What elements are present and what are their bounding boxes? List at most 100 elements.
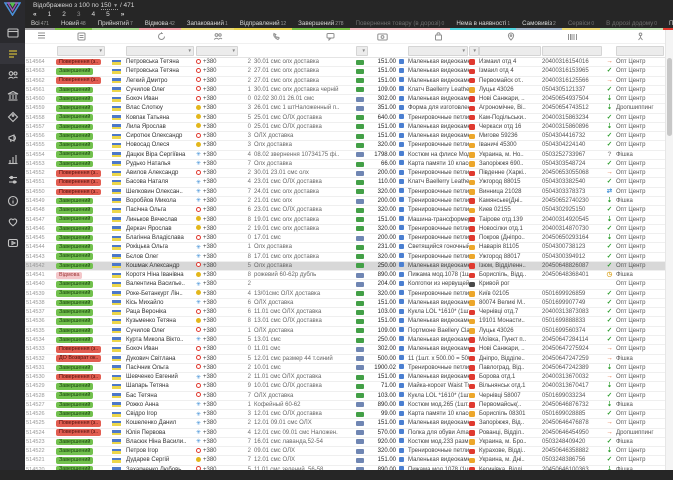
ttn-number[interactable]: 0501699028885 — [542, 410, 603, 418]
ttn-number[interactable]: 20400314870730 — [542, 225, 603, 233]
phone-number[interactable]: +380 — [203, 87, 217, 93]
phone-number[interactable]: +380 — [203, 356, 217, 362]
status-badge[interactable]: Завершений — [56, 132, 94, 140]
page-button-5[interactable]: 5 — [106, 11, 110, 18]
ttn-number[interactable]: 0504302925150 — [542, 206, 603, 214]
table-row[interactable]: 514547 Завершений Линьков Вячеслав +380 8 19.… — [25, 215, 673, 225]
ttn-number[interactable]: 20450653055068 — [542, 169, 603, 177]
tab-3[interactable]: Прийнятий7 — [91, 19, 139, 30]
status-badge[interactable]: Завершений — [56, 447, 94, 455]
tab-1[interactable]: Всі471 — [25, 19, 55, 30]
phone-number[interactable]: +380 — [203, 226, 217, 232]
ttn-number[interactable]: 0504300738123 — [542, 243, 603, 251]
table-row[interactable]: 514541 Відмова Коротя Ніна Іванівна +380 8 ро… — [25, 271, 673, 281]
status-badge[interactable]: Завершений — [56, 438, 94, 446]
phone-number[interactable]: +380 — [203, 420, 217, 426]
table-row[interactable]: 514524 Повернення (з.. Юлія Первова ✳ +380 4 1… — [25, 428, 673, 438]
status-badge[interactable]: Завершений — [56, 151, 94, 159]
table-row[interactable]: 514540 Завершений Валентина Василье.. ✳ +380… — [25, 280, 673, 290]
phone-number[interactable]: +380 — [203, 337, 217, 343]
table-row[interactable]: 514554 Завершений Дацюк Віра Сергіївна ✳ +38… — [25, 150, 673, 160]
tab-10[interactable]: Самовивіз2 — [516, 19, 562, 30]
ttn-number[interactable]: 20450646358882 — [542, 447, 603, 455]
table-row[interactable]: 514525 Повернення (з.. Кошеленко Данил ✳ +38… — [25, 419, 673, 429]
sidebar-item-info[interactable] — [0, 190, 25, 211]
table-row[interactable]: 514527 Завершений Рожко Анна ✳ +380 1 Кофейный… — [25, 400, 673, 411]
ttn-number[interactable]: 20400313670032 — [542, 373, 603, 381]
col-status-header[interactable] — [56, 30, 106, 46]
tab-11[interactable]: Сервіси0 — [561, 19, 601, 30]
channel-filter[interactable] — [616, 45, 664, 56]
ttn-number[interactable]: 0501699033234 — [542, 392, 603, 400]
ttn-number[interactable]: 20400314920545 — [542, 216, 603, 224]
status-badge[interactable]: Завершений — [56, 225, 94, 233]
page-button-2[interactable]: 2 — [62, 11, 66, 18]
status-badge[interactable]: Завершений — [56, 457, 94, 464]
status-badge[interactable]: Повернення (з.. — [56, 169, 102, 177]
phone-number[interactable]: +380 — [203, 133, 217, 139]
status-badge[interactable]: Завершений — [56, 410, 94, 418]
ttn-number[interactable]: 20400313670417 — [542, 382, 603, 390]
phone-number[interactable]: +380 — [203, 59, 217, 65]
status-badge[interactable]: Завершений — [56, 299, 94, 307]
phone-number[interactable]: +380 — [203, 161, 217, 167]
table-row[interactable]: 514560 Завершений Бокоч Иван +380 0 02.02 30.… — [25, 95, 673, 105]
tab-7[interactable]: Завершений278 — [292, 19, 350, 30]
phone-number[interactable]: +380 — [203, 309, 217, 315]
phone-number[interactable]: +380 — [203, 235, 217, 241]
phone-number[interactable]: +380 — [203, 439, 217, 445]
sidebar-item-bank[interactable] — [0, 85, 25, 106]
phone-number[interactable]: +380 — [203, 318, 217, 324]
ttn-number[interactable]: 20450654743512 — [542, 104, 603, 112]
ttn-number[interactable]: 20400313873083 — [542, 308, 603, 316]
payment-filter[interactable]: ▼ — [356, 45, 368, 56]
table-row[interactable]: 514532 ДО Возврат ок.. Дукович Світлана +38… — [25, 354, 673, 364]
table-row[interactable]: 514526 Завершений Свідро Ігор ✳ +380 3 12.01 с… — [25, 410, 673, 420]
table-row[interactable]: 514544 Завершений Рокіцька Ольга ✳ +380 1 Олх … — [25, 243, 673, 253]
sidebar-item-orders[interactable] — [0, 43, 25, 64]
status-badge[interactable]: Завершений — [56, 290, 94, 298]
table-row[interactable]: 514543 Завершений Бєлов Олег ✳ +380 8 17.01 см… — [25, 252, 673, 262]
sidebar-item-health[interactable] — [0, 211, 25, 232]
product-filter[interactable]: ▼ — [408, 45, 468, 56]
status-badge[interactable]: Завершений — [56, 86, 94, 94]
ttn-number[interactable]: 20450654937504 — [542, 95, 603, 103]
status-badge[interactable]: Повернення (з.. — [56, 58, 102, 66]
table-row[interactable]: 514548 Завершений Пасічна Ольга +380 6 23.01 … — [25, 206, 673, 216]
table-row[interactable]: 514539 Завершений Роке-Бетанкурт Лін.. +380… — [25, 289, 673, 299]
ttn-number[interactable]: 0504305121337 — [542, 86, 603, 94]
phone-number[interactable]: +380 — [203, 374, 217, 380]
ttn-number[interactable]: 0504303382540 — [542, 178, 603, 186]
phone-number[interactable]: +380 — [203, 430, 217, 436]
ttn-number[interactable]: 0501699560374 — [542, 327, 603, 335]
ttn-number[interactable]: 0501699907749 — [542, 299, 603, 307]
phone-number[interactable]: +380 — [203, 346, 217, 352]
ttn-number[interactable]: 0501699926859 — [542, 290, 603, 298]
ttn-filter[interactable] — [542, 45, 602, 56]
address-filter[interactable] — [479, 45, 541, 56]
col-comment-header[interactable] — [254, 30, 356, 46]
status-badge[interactable]: ДО Возврат ок.. — [56, 355, 102, 362]
phone-number[interactable]: +380 — [203, 96, 217, 102]
ttn-number[interactable]: 20450648826087 — [542, 262, 603, 270]
col-product-header[interactable] — [408, 30, 469, 46]
table-row[interactable]: 514546 Завершений Деркач Ярослав +380 2 19.01… — [25, 224, 673, 235]
status-badge[interactable]: Повернення (з.. — [56, 420, 102, 427]
ttn-number[interactable]: 20450652740230 — [542, 197, 603, 205]
sidebar-item-clients[interactable] — [0, 64, 25, 85]
status-badge[interactable]: Завершений — [56, 216, 94, 223]
tab-13[interactable]: Повернен — [662, 19, 673, 30]
status-badge[interactable]: Завершений — [56, 68, 94, 75]
status-badge[interactable]: Завершений — [56, 160, 94, 168]
status-badge[interactable]: Завершений — [56, 336, 94, 344]
status-badge[interactable]: Завершений — [56, 364, 94, 372]
table-row[interactable]: 514531 Завершений Пасічник Ольга +380 2 10.01… — [25, 363, 673, 374]
table-row[interactable]: 514562 Повернення (з.. Легкий Дмитро +380 2 2… — [25, 76, 673, 86]
table-row[interactable]: 514537 Завершений Раца Вероніка +380 6 11.01 … — [25, 308, 673, 318]
phone-number[interactable]: +380 — [203, 152, 217, 158]
phone-number[interactable]: +380 — [203, 383, 217, 389]
phone-number[interactable]: +380 — [203, 281, 217, 287]
ttn-number[interactable]: 20450647275924 — [542, 345, 603, 353]
status-filter[interactable]: ▼ — [57, 45, 105, 56]
phone-number[interactable]: +380 — [203, 457, 217, 463]
